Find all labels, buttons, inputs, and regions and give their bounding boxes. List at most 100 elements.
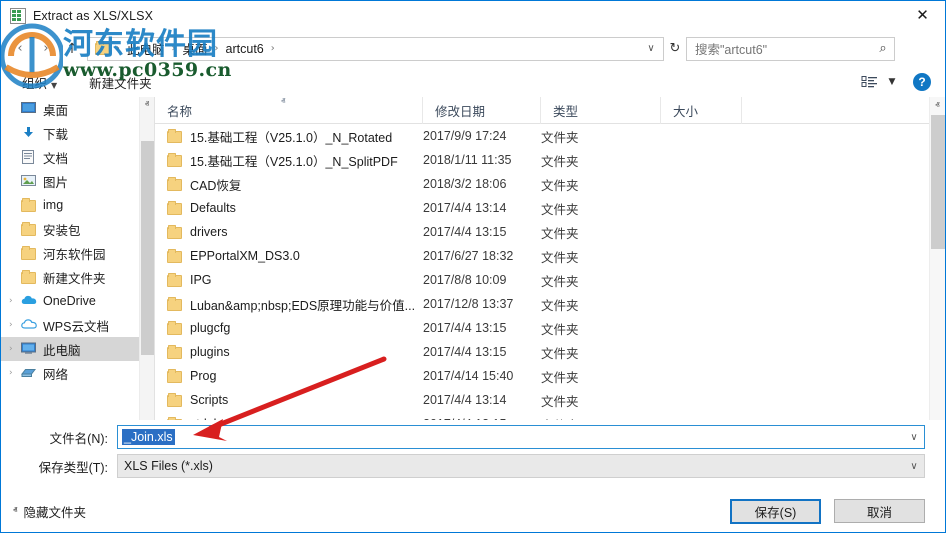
scroll-up-icon[interactable]: ⱏ <box>140 97 154 113</box>
breadcrumb-separator: › <box>270 43 276 54</box>
file-list-pane: 名称 ⱏ 修改日期 类型 大小 15.基础工程（V25.1.0）_N_Rotat… <box>154 97 945 420</box>
cancel-button[interactable]: 取消 <box>834 499 925 523</box>
scroll-down-icon[interactable]: ⱟ <box>930 403 945 420</box>
table-row[interactable]: plugcfg 2017/4/4 13:15 文件夹 <box>155 316 945 340</box>
window-title: Extract as XLS/XLSX <box>33 9 153 23</box>
table-row[interactable]: EPPortalXM_DS3.0 2017/6/27 18:32 文件夹 <box>155 244 945 268</box>
organize-label: 组织 <box>22 77 47 91</box>
sidebar-item-桌面[interactable]: 桌面 <box>1 97 154 121</box>
file-name-cell: Prog <box>155 369 423 383</box>
chevron-down-icon[interactable]: ▼ <box>881 77 903 87</box>
file-type-cell: 文件夹 <box>541 295 661 314</box>
file-date-cell: 2018/1/11 11:35 <box>423 153 541 167</box>
table-row[interactable]: Scripts 2017/4/4 13:14 文件夹 <box>155 388 945 412</box>
scrollbar-thumb[interactable] <box>141 141 154 355</box>
command-toolbar: 组织 ▼ 新建文件夹 ▼ ? <box>1 67 945 97</box>
hide-folders-toggle[interactable]: ⱏ 隐藏文件夹 <box>13 502 86 521</box>
sidebar-item-图片[interactable]: 图片 <box>1 169 154 193</box>
folder-icon <box>167 179 182 191</box>
table-row[interactable]: IPG 2017/8/8 10:09 文件夹 <box>155 268 945 292</box>
scrollbar-thumb[interactable] <box>931 115 945 249</box>
sort-ascending-icon: ⱏ <box>281 97 285 107</box>
desktop-icon <box>21 102 37 116</box>
table-row[interactable]: Defaults 2017/4/4 13:14 文件夹 <box>155 196 945 220</box>
sidebar-item-WPS云文档[interactable]: › WPS云文档 <box>1 313 154 337</box>
expander-icon[interactable]: › <box>9 296 21 306</box>
table-row[interactable]: CAD恢复 2018/3/2 18:06 文件夹 <box>155 172 945 196</box>
chevron-down-icon[interactable]: ∨ <box>641 43 661 54</box>
table-row[interactable]: 15.基础工程（V25.1.0）_N_SplitPDF 2018/1/11 11:… <box>155 148 945 172</box>
sidebar-item-安装包[interactable]: 安装包 <box>1 217 154 241</box>
folder-icon <box>167 131 182 143</box>
table-row[interactable]: stdplugs2017/4/4 13:15文件夹 <box>155 412 945 420</box>
sidebar-item-OneDrive[interactable]: › OneDrive <box>1 289 154 313</box>
sidebar-item-河东软件园[interactable]: 河东软件园 <box>1 241 154 265</box>
wpscloud-icon <box>21 318 37 332</box>
column-header-size[interactable]: 大小 <box>661 97 742 124</box>
chevron-down-icon[interactable]: ∨ <box>904 461 924 472</box>
file-type-cell: 文件夹 <box>541 343 661 362</box>
new-folder-button[interactable]: 新建文件夹 <box>82 70 159 95</box>
refresh-icon[interactable]: ↻ <box>664 37 686 61</box>
folder-icon <box>167 155 182 167</box>
filename-input[interactable]: _Join.xls ∨ <box>117 425 925 449</box>
hide-folders-label: 隐藏文件夹 <box>23 502 86 521</box>
sidebar-item-网络[interactable]: › 网络 <box>1 361 154 385</box>
sidebar-item-img[interactable]: img <box>1 193 154 217</box>
folder-icon <box>167 395 182 407</box>
column-header-name[interactable]: 名称 ⱏ <box>155 97 423 124</box>
organize-button[interactable]: 组织 ▼ <box>15 70 64 95</box>
column-header-type[interactable]: 类型 <box>541 97 661 124</box>
expander-icon[interactable]: › <box>9 368 21 378</box>
up-icon[interactable]: ↑ <box>59 37 85 61</box>
sidebar-item-label: 新建文件夹 <box>43 268 136 287</box>
close-icon[interactable]: ✕ <box>900 1 945 29</box>
scroll-down-icon[interactable]: ⱟ <box>140 404 154 420</box>
scroll-up-icon[interactable]: ⱏ <box>930 97 945 114</box>
file-name-cell: 15.基础工程（V25.1.0）_N_SplitPDF <box>155 151 423 170</box>
file-name-cell: plugcfg <box>155 321 423 335</box>
savetype-row: 保存类型(T): XLS Files (*.xls) ∨ <box>1 454 945 478</box>
sidebar-item-新建文件夹[interactable]: 新建文件夹 <box>1 265 154 289</box>
folder-icon <box>21 246 37 260</box>
chevron-down-icon[interactable]: ∨ <box>904 432 924 443</box>
help-button[interactable]: ? <box>913 73 931 91</box>
file-type-cell: 文件夹 <box>541 271 661 290</box>
expander-icon[interactable]: › <box>9 344 21 354</box>
chevron-up-icon: ⱏ <box>13 506 17 516</box>
file-list-scrollbar[interactable]: ⱏ ⱟ <box>929 97 945 420</box>
sidebar-item-label: 网络 <box>43 364 136 383</box>
save-button[interactable]: 保存(S) <box>730 499 821 524</box>
table-row[interactable]: Luban&amp;nbsp;EDS原理功能与价值... 2017/12/8 13… <box>155 292 945 316</box>
column-headers: 名称 ⱏ 修改日期 类型 大小 <box>155 97 945 124</box>
sidebar-item-下载[interactable]: 下载 <box>1 121 154 145</box>
savetype-select[interactable]: XLS Files (*.xls) ∨ <box>117 454 925 478</box>
file-date-cell: 2017/4/4 13:15 <box>423 321 541 335</box>
column-header-date[interactable]: 修改日期 <box>423 97 541 124</box>
column-label-name: 名称 <box>167 101 192 120</box>
sidebar-item-label: 此电脑 <box>43 340 136 359</box>
sidebar-item-此电脑[interactable]: › 此电脑 <box>1 337 154 361</box>
file-name-label: drivers <box>190 225 228 239</box>
breadcrumb-item-2[interactable]: artcut6 <box>220 42 270 56</box>
back-icon[interactable]: ‹ <box>7 37 33 61</box>
breadcrumb[interactable]: › 此电脑 › 桌面 › artcut6 › ∨ <box>87 37 664 61</box>
sidebar-item-文档[interactable]: 文档 <box>1 145 154 169</box>
file-name-label: EPPortalXM_DS3.0 <box>190 249 300 263</box>
file-name-label: 15.基础工程（V25.1.0）_N_SplitPDF <box>190 151 398 170</box>
table-row[interactable]: drivers 2017/4/4 13:15 文件夹 <box>155 220 945 244</box>
folder-icon <box>167 323 182 335</box>
sidebar-scrollbar[interactable]: ⱏ ⱟ <box>139 97 154 420</box>
file-name-cell: Scripts <box>155 393 423 407</box>
table-row[interactable]: Prog 2017/4/14 15:40 文件夹 <box>155 364 945 388</box>
search-input[interactable]: 搜索"artcut6" ⌕ <box>686 37 895 61</box>
expander-icon[interactable]: › <box>9 320 21 330</box>
table-row[interactable]: plugins 2017/4/4 13:15 文件夹 <box>155 340 945 364</box>
chevron-down-icon: ▼ <box>51 81 57 90</box>
forward-icon[interactable]: › <box>33 37 59 61</box>
thispc-icon <box>21 342 37 356</box>
breadcrumb-item-0[interactable]: 此电脑 <box>121 39 171 58</box>
breadcrumb-item-1[interactable]: 桌面 <box>177 39 214 58</box>
table-row[interactable]: 15.基础工程（V25.1.0）_N_Rotated 2017/9/9 17:24… <box>155 124 945 148</box>
view-layout-icon[interactable] <box>859 73 881 91</box>
